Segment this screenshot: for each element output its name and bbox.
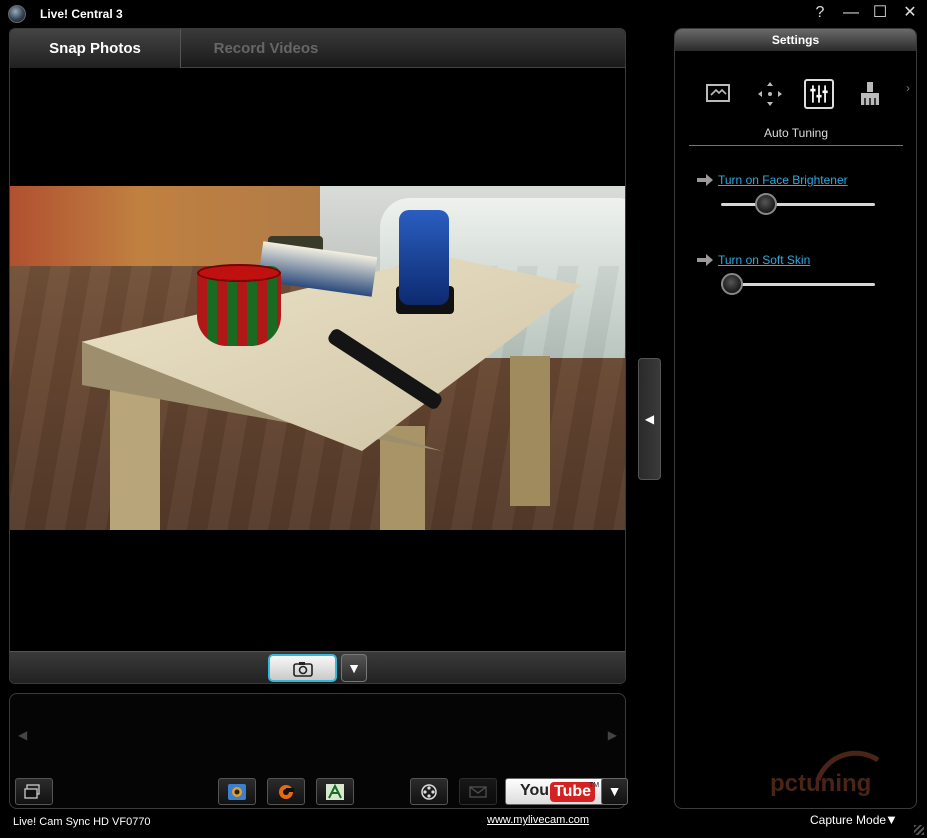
movie-button[interactable] [410, 778, 448, 805]
preview-panel: Snap Photos Record Videos ▼ [9, 28, 626, 684]
app-title: Live! Central 3 [40, 7, 123, 21]
tab-snap-photos[interactable]: Snap Photos [10, 29, 181, 68]
effects-button[interactable] [267, 778, 305, 805]
folder-icon [24, 784, 40, 799]
help-button[interactable]: ? [809, 3, 831, 23]
app-logo-icon [8, 5, 26, 23]
device-name: Live! Cam Sync HD VF0770 [13, 816, 151, 828]
film-reel-icon [421, 784, 437, 800]
photo-frame-icon [228, 784, 246, 800]
minimize-button[interactable]: — [840, 3, 862, 23]
collapse-settings-button[interactable]: ◀ [638, 358, 661, 480]
youtube-tm-text: TM [589, 782, 600, 789]
maximize-button[interactable]: ☐ [869, 3, 891, 23]
capture-options-dropdown[interactable]: ▼ [341, 654, 367, 682]
tab-record-videos[interactable]: Record Videos [181, 29, 351, 68]
gallery-next-button[interactable]: ▶ [608, 728, 617, 742]
capture-mode-label[interactable]: Capture Mode [810, 813, 886, 827]
tuning-sliders-icon[interactable] [804, 79, 834, 109]
face-brightener-slider-thumb[interactable] [755, 193, 777, 215]
gallery-prev-button[interactable]: ◀ [18, 728, 27, 742]
settings-panel: Settings › Auto Tuning Turn on Face Brig… [674, 28, 917, 809]
arrow-right-icon [697, 174, 713, 186]
soft-skin-slider-thumb[interactable] [721, 273, 743, 295]
auto-tuning-label: Auto Tuning [689, 126, 903, 146]
soft-skin-slider[interactable] [721, 273, 875, 295]
camera-preview [10, 186, 625, 530]
camera-icon [293, 662, 313, 677]
face-brightener-toggle[interactable]: Turn on Face Brightener [718, 173, 848, 187]
move-icon[interactable] [755, 79, 785, 109]
resize-grip[interactable] [914, 825, 924, 835]
snap-photo-button[interactable] [268, 654, 337, 682]
open-folder-button[interactable] [15, 778, 53, 805]
fireworks-icon [279, 785, 294, 799]
watermark: pctuning [738, 740, 888, 800]
text-effect-button[interactable] [316, 778, 354, 805]
share-options-dropdown[interactable]: ▼ [601, 778, 628, 805]
capture-mode-dropdown[interactable]: ▼ [885, 812, 898, 827]
settings-title: Settings [675, 29, 916, 51]
close-button[interactable]: ✕ [899, 3, 921, 23]
email-button[interactable] [459, 778, 497, 805]
capture-bar: ▼ [10, 651, 625, 683]
photo-frame-button[interactable] [218, 778, 256, 805]
screen-icon[interactable] [703, 79, 733, 109]
arrow-right-icon [697, 254, 713, 266]
watermark-text: pctuning [770, 770, 872, 797]
title-bar: Live! Central 3 ? — ☐ ✕ [0, 0, 927, 28]
gallery-strip: ◀ ▶ You Tube TM ▼ [9, 693, 628, 809]
mail-icon [469, 786, 487, 798]
brush-icon[interactable] [855, 79, 885, 109]
website-link[interactable]: www.mylivecam.com [487, 814, 589, 826]
youtube-you-text: You [520, 782, 550, 799]
face-brightener-slider[interactable] [721, 193, 875, 215]
mode-tabs: Snap Photos Record Videos [10, 29, 625, 68]
settings-toolbar [675, 79, 916, 113]
status-bar: Live! Cam Sync HD VF0770 www.mylivecam.c… [0, 811, 927, 838]
soft-skin-toggle[interactable]: Turn on Soft Skin [718, 253, 810, 267]
font-effect-icon [326, 783, 344, 800]
settings-more-arrow[interactable]: › [906, 81, 910, 95]
